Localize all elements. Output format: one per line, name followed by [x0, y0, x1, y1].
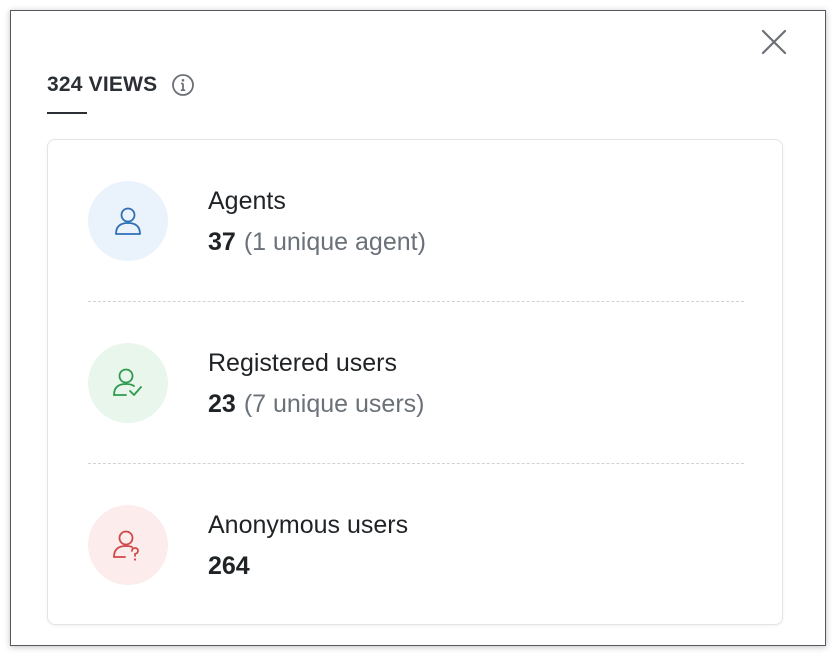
registered-users-label: Registered users — [208, 348, 397, 377]
registered-users-count: 23 — [208, 389, 236, 418]
tab-underline — [47, 112, 87, 114]
views-title: 324 VIEWS — [47, 73, 158, 96]
views-dialog: 324 VIEWS Agents 37 (1 unique agent) Reg… — [10, 10, 826, 646]
agents-row: Agents 37 (1 unique agent) — [88, 180, 744, 262]
registered-users-avatar — [88, 343, 168, 423]
registered-users-unique: (7 unique users) — [243, 389, 425, 418]
registered-users-row: Registered users 23 (7 unique users) — [88, 342, 744, 424]
agents-label: Agents — [208, 186, 286, 215]
close-button[interactable] — [759, 27, 789, 57]
user-icon — [115, 207, 141, 235]
anonymous-users-row: Anonymous users 264 — [88, 504, 744, 586]
views-header: 324 VIEWS — [47, 71, 195, 99]
agents-count: 37 — [208, 227, 236, 256]
divider — [88, 463, 744, 464]
close-icon — [761, 29, 787, 55]
divider — [88, 301, 744, 302]
user-check-icon — [113, 368, 142, 396]
anonymous-users-label: Anonymous users — [208, 510, 409, 539]
user-question-icon — [113, 530, 139, 561]
views-breakdown-card: Agents 37 (1 unique agent) Registered use… — [47, 139, 783, 625]
info-icon[interactable] — [171, 73, 195, 97]
anonymous-users-avatar — [88, 505, 168, 585]
agents-avatar — [88, 181, 168, 261]
anonymous-users-count: 264 — [208, 551, 250, 580]
agents-unique: (1 unique agent) — [243, 227, 426, 256]
